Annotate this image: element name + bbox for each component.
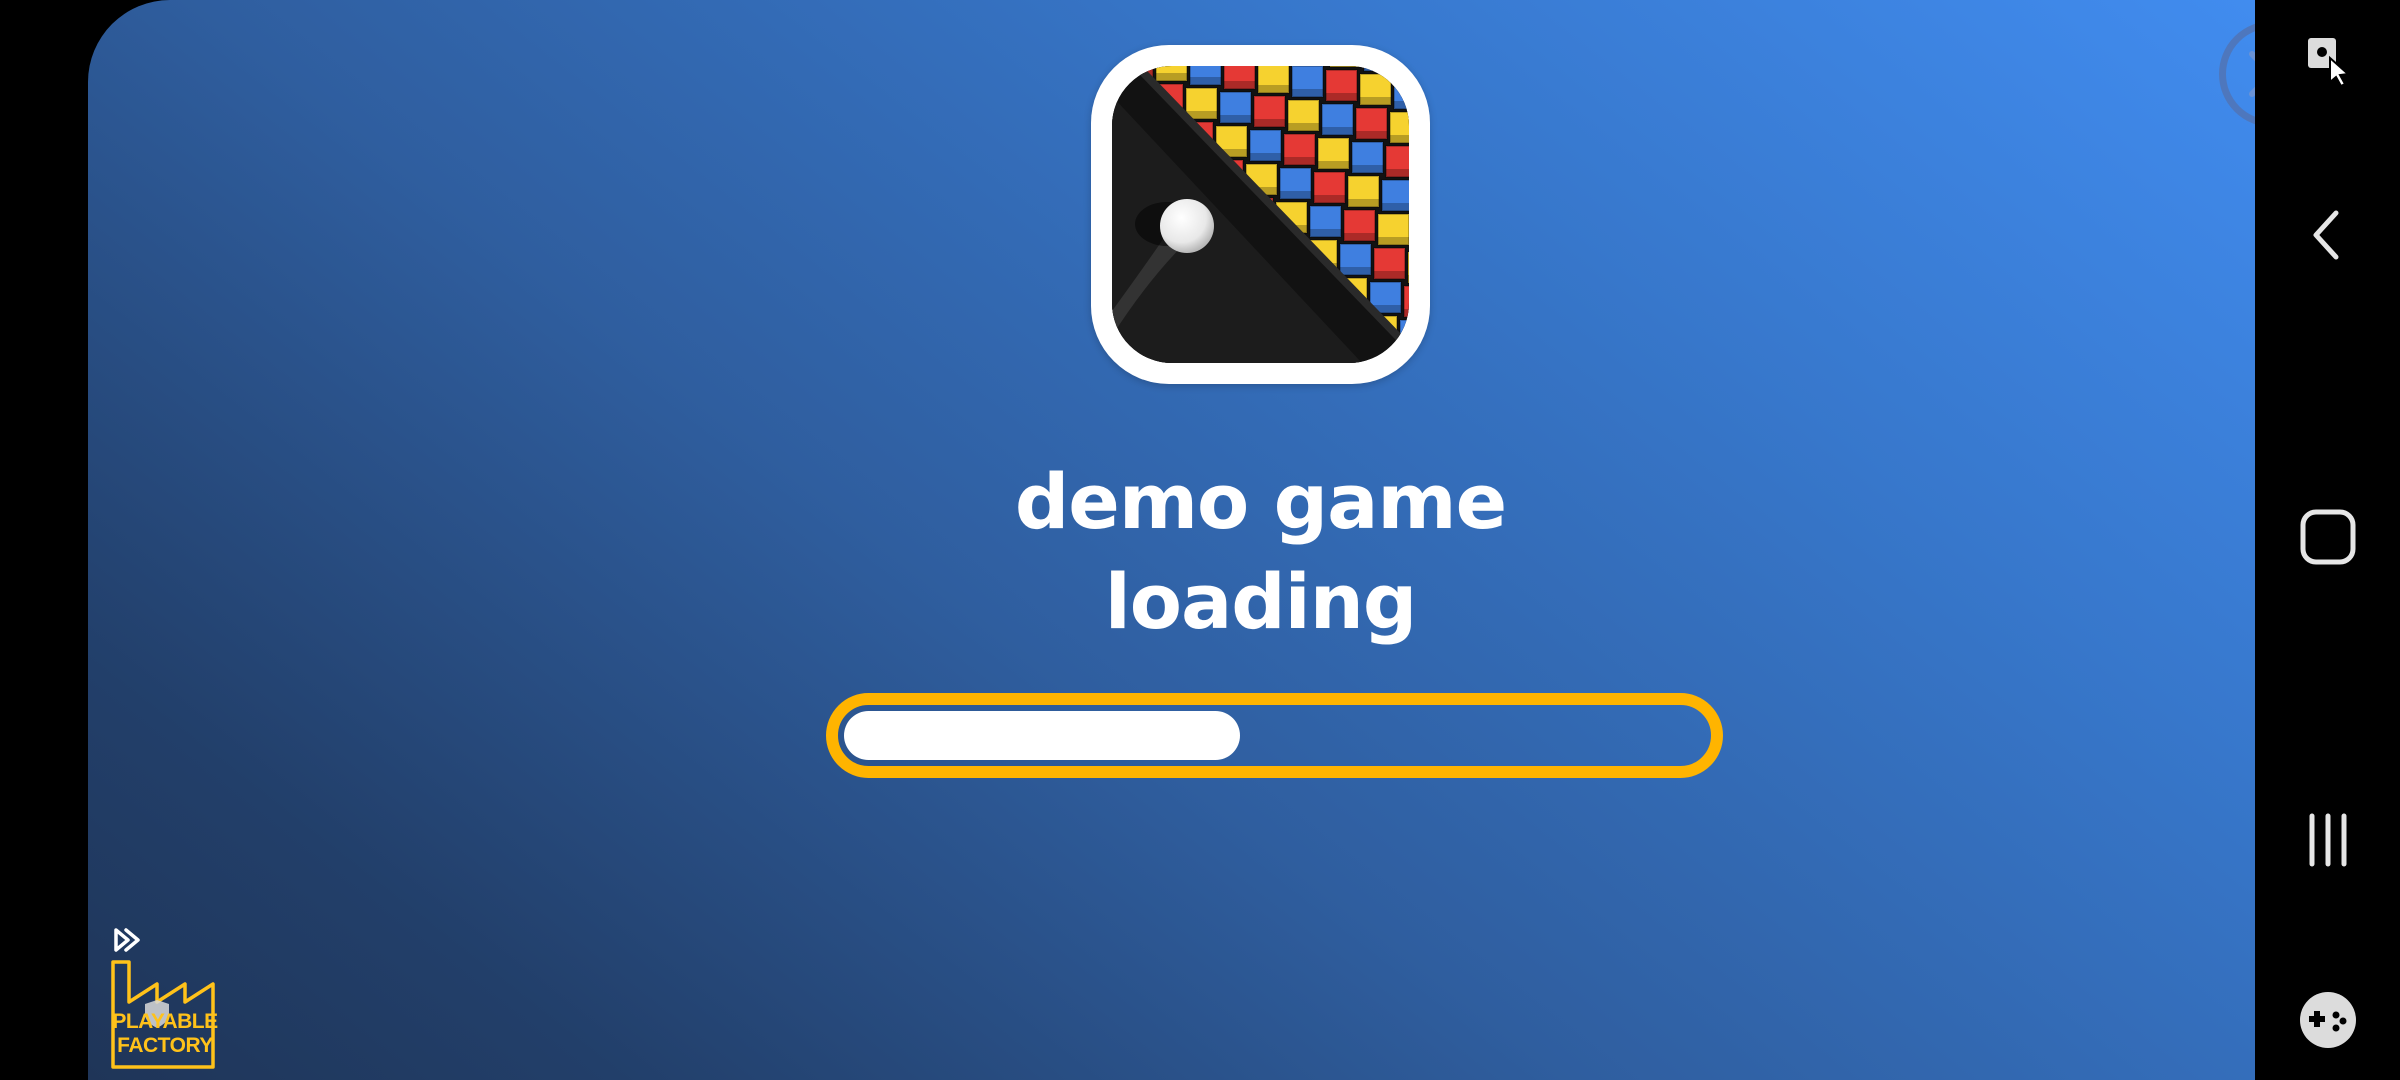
brick-tile-shadow xyxy=(1250,153,1281,161)
brick-tile-shadow xyxy=(1386,169,1409,177)
brick-tile-shadow xyxy=(1330,66,1361,67)
playable-factory-text: PLAYABLE FACTORY xyxy=(110,1010,220,1058)
loading-progress-bar xyxy=(826,693,1723,778)
brick-tile xyxy=(1396,354,1409,363)
brick-tile-shadow xyxy=(1258,85,1289,93)
brick-tile-shadow xyxy=(1322,127,1353,135)
brick-tile-shadow xyxy=(1156,73,1187,81)
brick-tile-shadow xyxy=(1292,89,1323,97)
brick-tile-shadow xyxy=(1408,275,1409,283)
brick-tile xyxy=(1399,319,1409,346)
brick-tile-shadow xyxy=(1352,165,1383,173)
recents-button[interactable] xyxy=(2255,800,2400,880)
loading-title: demo game loading xyxy=(88,452,2255,652)
brick-tile-shadow xyxy=(1390,135,1409,143)
brick-tile-shadow xyxy=(1348,199,1379,207)
chevron-left-icon xyxy=(2313,210,2338,260)
screen-capture-icon xyxy=(2307,38,2350,88)
brick-tile xyxy=(1397,66,1409,76)
brick-tile xyxy=(1112,352,1117,363)
logo-line-2: FACTORY xyxy=(117,1034,213,1057)
game-tools-button[interactable] xyxy=(2255,980,2400,1060)
brick-tile xyxy=(1112,66,1119,73)
logo-line-1: PLAYABLE xyxy=(112,1010,218,1033)
brick-tile-shadow xyxy=(1288,123,1319,131)
brick-tile-shadow xyxy=(1326,93,1357,101)
close-icon xyxy=(2249,51,2255,97)
brick-tile-shadow xyxy=(1356,131,1387,139)
progress-fill xyxy=(844,711,1240,760)
brick-tile-shadow xyxy=(1284,157,1315,165)
title-line-2: loading xyxy=(1104,557,1418,646)
brick-tile-shadow xyxy=(1398,67,1409,75)
brick-tile-shadow xyxy=(1318,161,1349,169)
screen-capture-button[interactable] xyxy=(2255,20,2400,100)
brick-tile-shadow xyxy=(1190,77,1221,85)
title-line-1: demo game xyxy=(1014,457,1507,546)
recents-icon xyxy=(2309,813,2346,867)
device-screen: demo game loading PLAYABLE FACTORY xyxy=(0,0,2400,1080)
close-button[interactable] xyxy=(2219,21,2255,127)
brick-tile-shadow xyxy=(1340,267,1371,275)
fast-forward-icon[interactable] xyxy=(114,928,140,952)
brick-tile-shadow xyxy=(1280,191,1311,199)
brick-tile-shadow xyxy=(1394,101,1409,109)
ball-graphic xyxy=(1160,199,1214,253)
brick-tile-shadow xyxy=(1314,195,1345,203)
brick-tile-shadow xyxy=(1382,203,1409,211)
brick-tile-shadow xyxy=(1220,115,1251,123)
brick-tile-shadow xyxy=(1344,233,1375,241)
game-loading-screen: demo game loading xyxy=(88,0,2255,1080)
brick-tile-shadow xyxy=(1310,229,1341,237)
brick-tile-shadow xyxy=(1112,341,1121,349)
brick-tile-shadow xyxy=(1364,66,1395,71)
back-button[interactable] xyxy=(2255,195,2400,275)
brick-tile-shadow xyxy=(1404,309,1409,317)
system-navigation-bar xyxy=(2255,0,2400,1080)
gamepad-icon xyxy=(2299,992,2356,1048)
brick-tile-shadow xyxy=(1112,66,1119,73)
brick-tile-shadow xyxy=(1374,271,1405,279)
block-breaker-game-icon xyxy=(1112,66,1409,363)
brick-tile-shadow xyxy=(1254,119,1285,127)
home-square-icon xyxy=(2300,509,2355,565)
brick-tile-shadow xyxy=(1378,237,1409,245)
brick-tile-shadow xyxy=(1224,81,1255,89)
brick-tile-shadow xyxy=(1360,97,1391,105)
brick-tile-shadow xyxy=(1400,343,1409,346)
brick-tile xyxy=(1112,76,1115,107)
app-icon xyxy=(1091,45,1430,384)
home-button[interactable] xyxy=(2255,497,2400,577)
